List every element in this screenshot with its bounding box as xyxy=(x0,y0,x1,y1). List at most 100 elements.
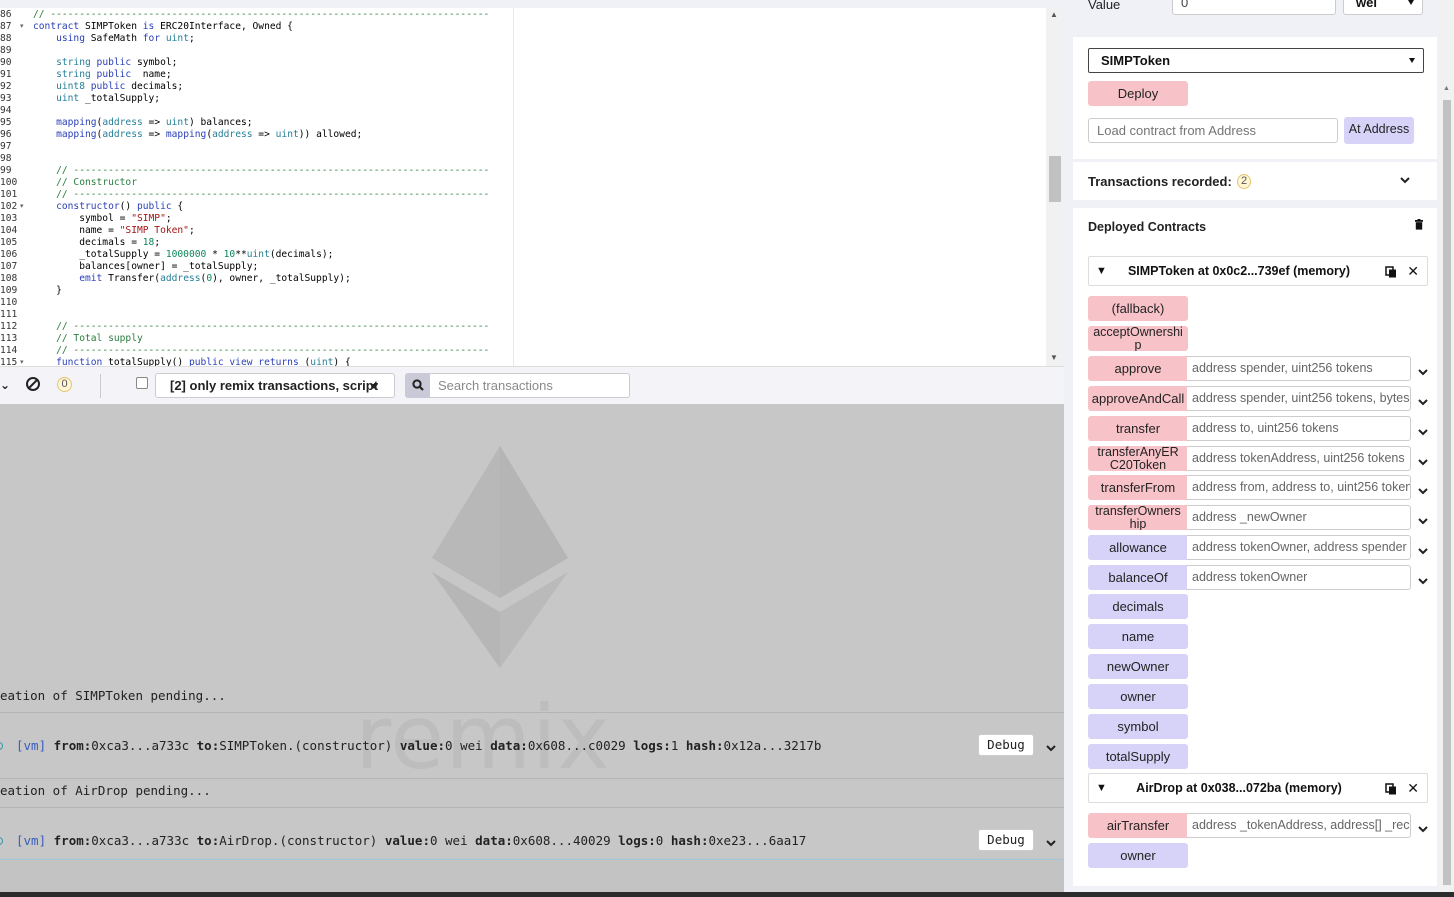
function-args-input[interactable]: address spender, uint256 tokens xyxy=(1187,356,1411,381)
code-line[interactable]: uint _totalSupply; xyxy=(33,93,160,105)
panel-scrollbar[interactable]: ▲ xyxy=(1440,0,1454,892)
fold-arrow-icon[interactable]: ▾ xyxy=(20,357,24,366)
tx-log-row[interactable]: [vm] from:0xca3...a733c to:AirDrop.(cons… xyxy=(0,833,1064,848)
fold-arrow-icon[interactable]: ▾ xyxy=(20,21,24,33)
function-button-newOwner[interactable]: newOwner xyxy=(1088,654,1188,679)
function-button-approveAndCall[interactable]: approveAndCall xyxy=(1088,386,1188,411)
chevron-down-icon[interactable] xyxy=(1417,573,1429,585)
code-line[interactable]: using SafeMath for uint; xyxy=(33,33,195,45)
chevron-down-icon[interactable] xyxy=(1417,483,1429,495)
code-line[interactable]: // Constructor xyxy=(33,177,137,189)
function-args-input[interactable]: address from, address to, uint256 tokens xyxy=(1187,475,1411,500)
debug-button[interactable]: Debug xyxy=(978,829,1034,851)
scroll-up-icon[interactable]: ▲ xyxy=(1443,85,1450,92)
function-args-input[interactable]: address tokenOwner, address spender xyxy=(1187,535,1411,560)
code-line[interactable]: contract SIMPToken is ERC20Interface, Ow… xyxy=(33,21,293,33)
function-args-input[interactable]: address _tokenAddress, address[] _recipi… xyxy=(1187,813,1411,838)
copy-icon[interactable] xyxy=(1385,782,1397,800)
code-line[interactable]: // -------------------------------------… xyxy=(33,189,489,201)
function-button-decimals[interactable]: decimals xyxy=(1088,594,1188,619)
code-line[interactable]: emit Transfer(address(0), owner, _totalS… xyxy=(33,273,351,285)
pending-tx-count: 0 xyxy=(57,377,72,392)
contract-instance-header[interactable]: ▼ SIMPToken at 0x0c2...739ef (memory) ✕ xyxy=(1088,256,1428,286)
function-button-fallback[interactable]: (fallback) xyxy=(1088,296,1188,321)
function-args-input[interactable]: address tokenAddress, uint256 tokens xyxy=(1187,446,1411,471)
tx-filter-dropdown[interactable]: [2] only remix transactions, script xyxy=(155,373,395,398)
close-icon[interactable]: ✕ xyxy=(1407,263,1419,280)
editor-scrollbar[interactable]: ▲ ▼ xyxy=(1046,8,1064,366)
search-icon[interactable] xyxy=(405,373,430,398)
function-button-transferFrom[interactable]: transferFrom xyxy=(1088,475,1188,500)
code-line[interactable]: // -------------------------------------… xyxy=(33,9,489,21)
chevron-down-icon[interactable] xyxy=(1417,424,1429,436)
collapse-icon[interactable]: ⌄ xyxy=(0,378,10,392)
code-line[interactable]: decimals = 18; xyxy=(33,237,160,249)
code-editor[interactable]: 86 87 ▾ 88 89 90 91 92 93 94 95 96 97 98 99 100 101 102 ▾ 1… xyxy=(0,8,1064,366)
function-button-owner[interactable]: owner xyxy=(1088,843,1188,868)
fold-arrow-icon[interactable]: ▾ xyxy=(20,201,24,213)
function-button-totalSupply[interactable]: totalSupply xyxy=(1088,744,1188,769)
function-args-input[interactable]: address tokenOwner xyxy=(1187,565,1411,590)
code-line[interactable]: mapping(address => mapping(address => ui… xyxy=(33,129,362,141)
function-button-approve[interactable]: approve xyxy=(1088,356,1188,381)
clear-icon[interactable] xyxy=(26,377,40,391)
chevron-down-icon[interactable] xyxy=(1417,394,1429,406)
code-line[interactable]: uint8 public decimals; xyxy=(33,81,183,93)
chevron-down-icon[interactable] xyxy=(1399,175,1411,185)
chevron-down-icon[interactable] xyxy=(1417,513,1429,525)
debug-button[interactable]: Debug xyxy=(978,734,1034,756)
code-line[interactable]: symbol = "SIMP"; xyxy=(33,213,171,225)
chevron-down-icon[interactable] xyxy=(1417,364,1429,376)
function-button-airTransfer[interactable]: airTransfer xyxy=(1088,813,1188,838)
editor-scroll-thumb[interactable] xyxy=(1049,156,1061,202)
function-button-owner[interactable]: owner xyxy=(1088,684,1188,709)
scroll-up-icon[interactable]: ▲ xyxy=(1050,10,1058,19)
code-line[interactable]: name = "SIMP Token"; xyxy=(33,225,195,237)
chevron-down-icon[interactable] xyxy=(1417,454,1429,466)
code-line[interactable]: function totalSupply() public view retur… xyxy=(33,357,351,366)
at-address-input[interactable] xyxy=(1088,118,1338,143)
function-button-transferOwnership[interactable]: transferOwnership xyxy=(1088,505,1188,530)
function-button-transfer[interactable]: transfer xyxy=(1088,416,1188,441)
value-input[interactable]: 0 xyxy=(1172,0,1336,15)
code-line[interactable]: _totalSupply = 1000000 * 10**uint(decima… xyxy=(33,249,333,261)
terminal-input-area[interactable] xyxy=(0,859,1064,892)
at-address-button[interactable]: At Address xyxy=(1344,117,1414,144)
code-line[interactable]: // -------------------------------------… xyxy=(33,165,489,177)
function-button-transferAnyERC20Token[interactable]: transferAnyERC20Token xyxy=(1088,446,1188,471)
close-icon[interactable]: ✕ xyxy=(1407,780,1419,797)
code-line[interactable]: } xyxy=(33,285,62,297)
function-args-input[interactable]: address _newOwner xyxy=(1187,505,1411,530)
code-area[interactable]: // -------------------------------------… xyxy=(33,8,1046,366)
contract-select[interactable]: SIMPToken xyxy=(1088,48,1424,73)
function-button-acceptOwnership[interactable]: acceptOwnership xyxy=(1088,326,1188,351)
code-line[interactable]: constructor() public { xyxy=(33,201,183,213)
search-transactions-input[interactable] xyxy=(430,373,630,398)
copy-icon[interactable] xyxy=(1385,265,1397,283)
scroll-down-icon[interactable]: ▼ xyxy=(1050,353,1058,362)
code-line[interactable]: // -------------------------------------… xyxy=(33,345,489,357)
tx-log-row[interactable]: [vm] from:0xca3...a733c to:SIMPToken.(co… xyxy=(0,738,1064,753)
deploy-button[interactable]: Deploy xyxy=(1088,81,1188,106)
code-line[interactable]: // Total supply xyxy=(33,333,143,345)
code-line[interactable]: string public name; xyxy=(33,69,172,81)
function-args-input[interactable]: address to, uint256 tokens xyxy=(1187,416,1411,441)
chevron-down-icon[interactable] xyxy=(1417,543,1429,555)
function-button-balanceOf[interactable]: balanceOf xyxy=(1088,565,1188,590)
panel-scroll-thumb[interactable] xyxy=(1443,100,1451,885)
listen-network-checkbox[interactable] xyxy=(136,377,148,389)
value-unit-select[interactable]: wei xyxy=(1343,0,1423,15)
code-line[interactable]: // -------------------------------------… xyxy=(33,321,489,333)
contract-instance-header[interactable]: ▼ AirDrop at 0x038...072ba (memory) ✕ xyxy=(1088,773,1428,803)
function-button-symbol[interactable]: symbol xyxy=(1088,714,1188,739)
chevron-down-icon[interactable] xyxy=(1417,821,1429,833)
chevron-down-icon[interactable] xyxy=(1045,835,1057,847)
function-args-input[interactable]: address spender, uint256 tokens, bytes d… xyxy=(1187,386,1411,411)
function-button-allowance[interactable]: allowance xyxy=(1088,535,1188,560)
code-line[interactable]: mapping(address => uint) balances; xyxy=(33,117,252,129)
function-button-name[interactable]: name xyxy=(1088,624,1188,649)
code-line[interactable]: string public symbol; xyxy=(33,57,177,69)
trash-icon[interactable] xyxy=(1414,219,1424,230)
chevron-down-icon[interactable] xyxy=(1045,740,1057,752)
code-line[interactable]: balances[owner] = _totalSupply; xyxy=(33,261,258,273)
